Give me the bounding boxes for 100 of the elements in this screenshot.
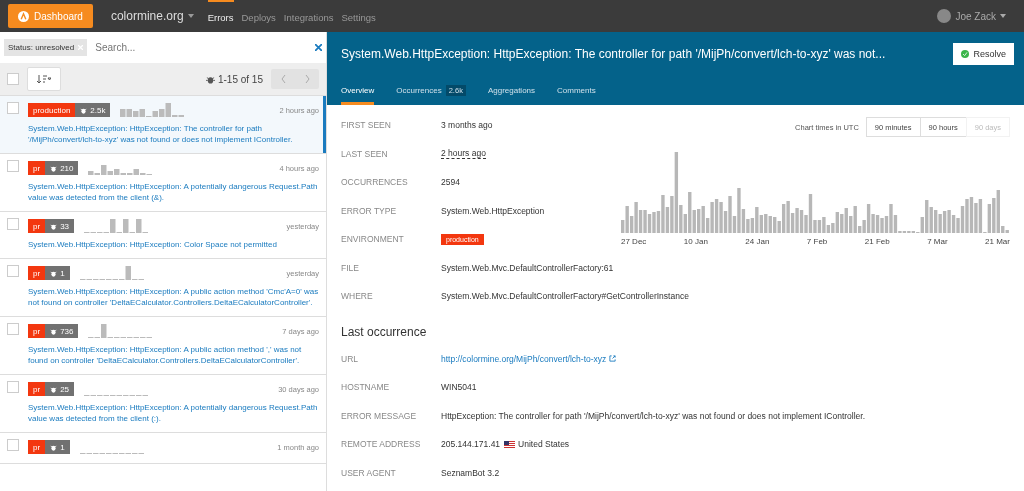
- avatar-icon[interactable]: [937, 9, 952, 23]
- project-selector[interactable]: colormine.org: [110, 9, 194, 23]
- section-heading: Last occurrence: [341, 324, 428, 339]
- field-label: LAST SEEN: [341, 148, 389, 159]
- country-name: United States: [518, 439, 570, 450]
- error-message[interactable]: System.Web.HttpException: HttpException: A potentially dangerous Request.Path value was detected from the client (:).: [28, 402, 319, 424]
- resolve-button[interactable]: Resolve: [953, 43, 1014, 65]
- field-label: FILE: [341, 262, 360, 273]
- field-label: REMOTE ADDRESS: [341, 439, 422, 450]
- field-label: USER AGENT: [341, 467, 397, 478]
- bug-icon: [50, 443, 58, 451]
- field-label: ERROR TYPE: [341, 205, 398, 216]
- environment-tag: pr: [28, 219, 46, 233]
- nav-link[interactable]: Deploys: [241, 0, 276, 32]
- result-range: 1-15 of 15: [217, 73, 263, 85]
- environment-tag: pr: [28, 324, 46, 338]
- bug-icon: [50, 222, 58, 230]
- check-circle-icon: [961, 50, 970, 58]
- bug-icon: [50, 327, 58, 335]
- field-value: System.Web.Mvc.DefaultControllerFactory#GetControllerInstance: [441, 291, 689, 302]
- status-filter-tag[interactable]: Status: unresolved: [4, 39, 88, 56]
- sparkline-drawing: [84, 394, 151, 396]
- nav-link[interactable]: Settings: [341, 0, 376, 32]
- row-checkbox[interactable]: [7, 102, 19, 114]
- external-link-icon: [609, 355, 617, 363]
- field-value: System.Web.Mvc.DefaultControllerFactory:61: [441, 262, 614, 273]
- error-message[interactable]: System.Web.HttpException: HttpException: A public action method 'Cmc'A=0' was not found on controller 'DeltaECalculator.Controllers.DeltaECalculatorController'.: [28, 286, 319, 308]
- occurrence-count: 1: [45, 440, 70, 454]
- sparkline-drawing: [120, 103, 187, 117]
- axis-label: 24 Jan: [745, 237, 770, 246]
- environment-tag: pr: [28, 266, 46, 280]
- select-all-checkbox[interactable]: [7, 73, 19, 85]
- environment-tag: production: [28, 103, 76, 117]
- error-message[interactable]: System.Web.HttpException: HttpException: A potentially dangerous Request.Path value was detected from the client (&).: [28, 181, 319, 203]
- environment-tag: pr: [28, 382, 46, 396]
- chevron-right-icon: [304, 74, 310, 83]
- tab[interactable]: Comments: [557, 76, 596, 105]
- axis-label: 7 Mar: [927, 237, 948, 246]
- occurrence-count: 33: [45, 219, 75, 233]
- axis-label: 21 Mar: [985, 237, 1010, 246]
- error-message[interactable]: System.Web.HttpException: HttpException: The controller for path '/MijPh/convert/lch-to-xyz' was not found or does not implement IController.: [28, 123, 319, 145]
- nav-link[interactable]: Errors: [207, 0, 234, 32]
- nav-link[interactable]: Integrations: [283, 0, 334, 32]
- occurrence-count: 210: [45, 161, 79, 175]
- field-label: URL: [341, 353, 359, 364]
- bug-icon: [50, 164, 58, 172]
- caret-icon: [187, 14, 194, 18]
- sparkline-drawing: [79, 452, 146, 454]
- field-label: OCCURRENCES: [341, 177, 409, 188]
- bug-icon: [80, 106, 88, 114]
- sparkline-drawing: [88, 165, 155, 175]
- sort-icon: [37, 74, 51, 84]
- field-value: 205.144.171.41: [441, 439, 501, 450]
- row-checkbox[interactable]: [7, 160, 19, 172]
- close-icon[interactable]: [315, 44, 322, 51]
- url-link[interactable]: http://colormine.org/MijPh/convert/lch-to-xyz: [441, 353, 607, 364]
- bug-icon: [205, 74, 215, 84]
- field-value: 2 hours ago: [441, 148, 486, 160]
- row-checkbox[interactable]: [7, 439, 19, 451]
- logo-icon: [18, 10, 29, 22]
- axis-label: 27 Dec: [621, 237, 647, 246]
- row-checkbox[interactable]: [7, 218, 19, 230]
- axis-label: 21 Feb: [864, 237, 890, 246]
- field-label: ERROR MESSAGE: [341, 410, 418, 421]
- chevron-left-icon: [280, 74, 286, 83]
- error-message[interactable]: System.Web.HttpException: HttpException: Color Space not permitted: [28, 239, 319, 250]
- field-value: SeznamBot 3.2: [441, 467, 500, 478]
- field-value: System.Web.HttpException: [441, 205, 545, 216]
- error-message[interactable]: System.Web.HttpException: HttpException: A public action method ',' was not found on controller 'DeltaECalculator.Controllers.DeltaECalculatorController'.: [28, 344, 319, 366]
- error-title: System.Web.HttpException: HttpException: The controller for path '/MijPh/convert/lch-to-xyz' was not...: [341, 47, 887, 61]
- occurrence-count: 2.5k: [75, 103, 111, 117]
- field-label: FIRST SEEN: [341, 120, 392, 131]
- environment-tag: pr: [28, 161, 46, 175]
- axis-label: 7 Feb: [806, 237, 828, 246]
- sparkline-drawing: [79, 266, 146, 280]
- bug-icon: [50, 385, 58, 393]
- user-menu[interactable]: Joe Zack: [955, 10, 996, 22]
- field-label: ENVIRONMENT: [341, 234, 405, 245]
- sparkline-drawing: [84, 219, 151, 233]
- row-checkbox[interactable]: [7, 323, 19, 335]
- row-checkbox[interactable]: [7, 265, 19, 277]
- occurrence-count: 25: [45, 382, 75, 396]
- remove-icon[interactable]: [78, 45, 84, 50]
- field-value: 2594: [441, 177, 460, 188]
- field-label: WHERE: [341, 291, 374, 302]
- sort-button[interactable]: [27, 67, 61, 91]
- caret-icon: [1000, 14, 1006, 18]
- row-checkbox[interactable]: [7, 381, 19, 393]
- axis-label: 10 Jan: [683, 237, 708, 246]
- field-value: WIN5041: [441, 382, 477, 393]
- field-value: 3 months ago: [441, 120, 493, 131]
- field-value: HttpException: The controller for path '/MijPh/convert/lch-to-xyz' was not found or does not implement IController.: [441, 410, 866, 421]
- occurrence-count: 736: [45, 324, 79, 338]
- tab[interactable]: Aggregations: [487, 76, 536, 105]
- bug-icon: [50, 269, 58, 277]
- tab[interactable]: Overview: [341, 76, 375, 105]
- flag-icon: [504, 440, 516, 448]
- occurrence-count: 1: [45, 266, 70, 280]
- environment-tag: pr: [28, 440, 46, 454]
- field-label: HOSTNAME: [341, 382, 391, 393]
